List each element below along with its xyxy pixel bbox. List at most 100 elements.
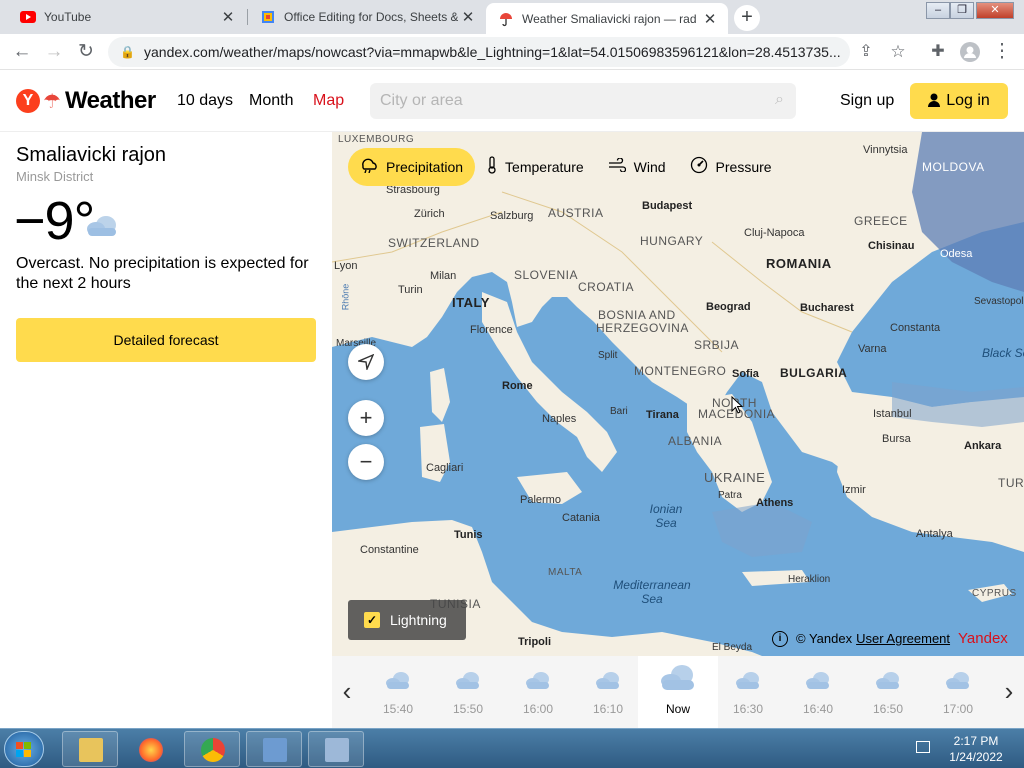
yandex-logo-icon: Y	[16, 89, 40, 113]
timeline-step[interactable]: 17:00	[923, 656, 993, 728]
office-editing-icon	[260, 9, 276, 25]
menu-icon[interactable]: ⋮	[988, 38, 1016, 66]
windows-logo-icon	[16, 742, 31, 757]
close-tab-icon[interactable]: ✕	[218, 8, 238, 26]
control-panel-icon[interactable]	[246, 731, 302, 767]
reload-icon[interactable]: ↻	[72, 38, 100, 66]
info-icon[interactable]: i	[772, 630, 788, 647]
tab-yandex-weather[interactable]: Weather Smaliavicki rajon — rad ✕	[486, 3, 728, 34]
locate-me-button[interactable]	[348, 344, 384, 380]
timeline-step[interactable]: 16:40	[783, 656, 853, 728]
timeline-time: 16:40	[802, 702, 834, 716]
pressure-icon	[690, 156, 708, 179]
yandex-maps-logo[interactable]: Yandex	[958, 630, 1008, 647]
timeline-time: 15:50	[452, 702, 484, 716]
timeline-step[interactable]: 16:00	[503, 656, 573, 728]
layer-pressure[interactable]: Pressure	[678, 148, 784, 186]
precipitation-map[interactable]: LUXEMBOURG AUSTRIA HUNGARY SWITZERLAND S…	[332, 132, 1024, 656]
lightning-toggle[interactable]: ✓ Lightning	[348, 600, 466, 640]
map-label-bucharest: Bucharest	[800, 302, 854, 314]
cloud-icon	[734, 670, 762, 693]
checkbox-checked-icon[interactable]: ✓	[364, 612, 380, 628]
new-tab-button[interactable]: +	[734, 5, 760, 31]
nav-map[interactable]: Map	[313, 92, 344, 110]
close-tab-icon[interactable]: ✕	[458, 8, 478, 26]
zoom-in-button[interactable]: +	[348, 400, 384, 436]
timeline-step[interactable]: 16:50	[853, 656, 923, 728]
district-name: Minsk District	[16, 169, 94, 184]
chrome-icon[interactable]	[184, 731, 240, 767]
precipitation-area	[912, 132, 1024, 292]
close-tab-icon[interactable]: ✕	[700, 10, 720, 28]
file-explorer-icon[interactable]	[62, 731, 118, 767]
share-icon[interactable]: ⇪	[852, 38, 880, 66]
close-window-button[interactable]: ✕	[976, 2, 1014, 19]
map-label-austria: AUSTRIA	[548, 206, 604, 220]
map-label-italy: ITALY	[452, 295, 490, 310]
thermometer-icon	[487, 155, 497, 179]
search-input[interactable]	[380, 89, 760, 113]
firefox-icon[interactable]	[122, 731, 178, 767]
back-arrow-icon[interactable]: ←	[8, 38, 36, 66]
map-attribution: i © Yandex User Agreement Yandex	[772, 630, 1008, 647]
timeline-time: 16:10	[592, 702, 624, 716]
map-label-tripoli: Tripoli	[518, 636, 551, 648]
timeline-step-now[interactable]: Now	[638, 656, 718, 728]
map-label-rome: Rome	[502, 380, 533, 392]
timeline-prev-arrow-icon[interactable]: ‹	[332, 676, 362, 708]
browser-window: YouTube ✕ Office Editing for Docs, Sheet…	[0, 0, 1024, 728]
timeline-step[interactable]: 16:30	[713, 656, 783, 728]
timeline-step[interactable]: 16:10	[573, 656, 643, 728]
map-label-vinnytsia: Vinnytsia	[863, 144, 908, 156]
map-label-florence: Florence	[470, 324, 513, 336]
user-agreement-link[interactable]: User Agreement	[856, 631, 950, 646]
system-clock[interactable]: 2:17 PM 1/24/2022	[946, 733, 1006, 765]
nav-month[interactable]: Month	[249, 92, 293, 110]
network-icon[interactable]	[916, 741, 930, 753]
map-label-budapest: Budapest	[642, 200, 693, 212]
log-in-button[interactable]: Log in	[910, 83, 1008, 119]
cloud-icon	[944, 670, 972, 693]
start-button[interactable]	[4, 731, 44, 767]
address-bar[interactable]: 🔒 yandex.com/weather/maps/nowcast?via=mm…	[108, 37, 850, 67]
tab-youtube[interactable]: YouTube ✕	[0, 0, 246, 34]
maximize-button[interactable]: ❐	[950, 2, 974, 19]
map-label-cagliari: Cagliari	[426, 462, 464, 474]
map-label-palermo: Palermo	[520, 494, 561, 506]
bookmark-star-icon[interactable]: ☆	[884, 38, 912, 66]
layer-temperature[interactable]: Temperature	[475, 148, 596, 186]
map-label-slovenia: SLOVENIA	[514, 268, 579, 282]
map-label-el-beyda: El Beyda	[712, 642, 753, 653]
cloud-icon	[84, 212, 120, 243]
timeline-step[interactable]: 15:50	[433, 656, 503, 728]
layer-label: Precipitation	[386, 159, 464, 175]
layer-wind[interactable]: Wind	[596, 148, 678, 186]
clock-date: 1/24/2022	[949, 750, 1003, 764]
extensions-icon[interactable]: ✚	[924, 38, 952, 66]
map-label-montenegro: MONTENEGRO	[634, 364, 727, 378]
layer-precipitation[interactable]: Precipitation	[348, 148, 476, 186]
profile-icon[interactable]	[956, 38, 984, 66]
current-temperature: −9°	[14, 191, 95, 251]
forward-arrow-icon[interactable]: →	[40, 38, 68, 66]
map-label-croatia: CROATIA	[578, 280, 634, 294]
map-label-split: Split	[598, 350, 618, 361]
minimize-button[interactable]: –	[926, 2, 950, 19]
timeline-time: 15:40	[382, 702, 414, 716]
nav-10-days[interactable]: 10 days	[177, 92, 233, 110]
yandex-weather-logo[interactable]: Y ☂ Weather	[16, 87, 156, 115]
cloud-icon	[524, 670, 552, 693]
current-weather-panel: Smaliavicki rajon Minsk District −9° Ove…	[0, 132, 332, 728]
map-label-black-sea: Black Sea	[982, 346, 1024, 360]
map-label-ionian-sea: Ionian Sea	[649, 502, 683, 530]
zoom-out-button[interactable]: −	[348, 444, 384, 480]
site-header: Y ☂ Weather 10 days Month Map ⌕ Sign up …	[0, 70, 1024, 132]
search-icon[interactable]: ⌕	[775, 91, 784, 109]
timeline-step[interactable]: 15:40	[363, 656, 433, 728]
precipitation-area	[712, 502, 812, 557]
sign-up-link[interactable]: Sign up	[840, 92, 894, 110]
remote-desktop-icon[interactable]	[308, 731, 364, 767]
tab-office-editing[interactable]: Office Editing for Docs, Sheets & ✕	[240, 0, 486, 34]
detailed-forecast-button[interactable]: Detailed forecast	[16, 318, 316, 362]
timeline-next-arrow-icon[interactable]: ›	[994, 676, 1024, 708]
